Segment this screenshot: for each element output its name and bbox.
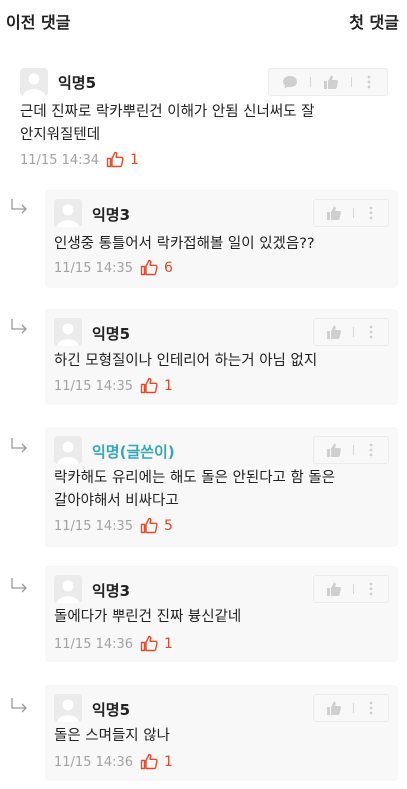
- reply-author: 익명5: [92, 325, 131, 343]
- reply-text: 돌은 스며들지 않나: [54, 728, 170, 744]
- reply-card: 익명(글쓴이) 락카해도 유리에는 해도 돌은 안된다고 함 돌은 갈아야해서 …: [45, 427, 398, 547]
- like-button[interactable]: [314, 576, 353, 602]
- reply-author: 익명3: [92, 582, 131, 600]
- thumbs-up-icon: [326, 443, 341, 457]
- comment-timestamp: 11/15 14:34: [20, 153, 100, 168]
- more-vertical-icon: [369, 701, 373, 715]
- like-count: 1: [140, 635, 173, 652]
- like-count-value: 6: [164, 259, 173, 276]
- thumbs-up-icon: [326, 701, 341, 715]
- reply-button[interactable]: [269, 69, 310, 95]
- heart-like-icon: [140, 517, 158, 534]
- more-options-button[interactable]: [354, 200, 388, 226]
- reply-actions: [313, 436, 389, 464]
- reply-arrow-icon: [10, 198, 30, 218]
- comment: 익명5 근데 진짜로 락카뿌린건 이해가 안됨 신너써도 잘 안지워질텐데 11…: [0, 60, 407, 180]
- comment-actions: [268, 68, 388, 96]
- reply-bubble-icon: [282, 76, 297, 89]
- like-button[interactable]: [314, 200, 353, 226]
- avatar-silhouette-icon: [54, 199, 82, 227]
- more-vertical-icon: [369, 582, 373, 596]
- avatar-silhouette-icon: [20, 68, 48, 96]
- like-count: 1: [106, 151, 139, 168]
- reply-arrow-icon: [10, 577, 30, 597]
- reply-actions: [313, 694, 389, 722]
- avatar-silhouette-icon: [54, 694, 82, 722]
- heart-like-icon: [140, 377, 158, 394]
- like-count: 5: [140, 517, 173, 534]
- more-vertical-icon: [367, 75, 371, 89]
- like-count-value: 1: [130, 151, 139, 168]
- reply-actions: [313, 318, 389, 346]
- comment-nav-bar: 이전 댓글 첫 댓글: [0, 0, 407, 44]
- reply-text: 돌에다가 뿌린건 진짜 븅신같네: [54, 609, 242, 625]
- like-button[interactable]: [314, 695, 353, 721]
- like-button[interactable]: [314, 437, 353, 463]
- more-options-button[interactable]: [354, 437, 388, 463]
- prev-comments-link[interactable]: 이전 댓글: [6, 9, 70, 33]
- reply-arrow-icon: [10, 697, 30, 717]
- heart-like-icon: [140, 635, 158, 652]
- thumbs-up-icon: [326, 325, 341, 339]
- like-count-value: 1: [164, 753, 173, 770]
- avatar: [54, 694, 82, 722]
- more-options-button[interactable]: [354, 319, 388, 345]
- reply-arrow-icon: [10, 318, 30, 338]
- avatar: [54, 199, 82, 227]
- reply-author: 익명5: [92, 701, 131, 719]
- reply-timestamp: 11/15 14:36: [54, 755, 134, 770]
- reply-card: 익명3 돌에다가 뿌린건 진짜 븅신같네 11/15 14:36 1: [45, 566, 398, 662]
- reply-author: 익명3: [92, 206, 131, 224]
- reply-timestamp: 11/15 14:35: [54, 519, 134, 534]
- like-count: 6: [140, 259, 173, 276]
- reply-arrow-icon: [10, 437, 30, 457]
- like-count-value: 1: [164, 377, 173, 394]
- like-button[interactable]: [311, 69, 350, 95]
- avatar: [20, 68, 48, 96]
- thumbs-up-icon: [326, 582, 341, 596]
- heart-like-icon: [106, 151, 124, 168]
- thumbs-up-icon: [326, 206, 341, 220]
- like-count-value: 1: [164, 635, 173, 652]
- reply-timestamp: 11/15 14:35: [54, 261, 134, 276]
- avatar-silhouette-icon: [54, 436, 82, 464]
- avatar: [54, 318, 82, 346]
- reply-actions: [313, 575, 389, 603]
- reply-card: 익명3 인생중 통틀어서 락카접해볼 일이 있겠음?? 11/15 14:35 …: [45, 190, 398, 288]
- reply-card: 익명5 돌은 스며들지 않나 11/15 14:36 1: [45, 685, 398, 781]
- comment-text: 근데 진짜로 락카뿌린건 이해가 안됨 신너써도 잘 안지워질텐데: [20, 104, 315, 143]
- like-button[interactable]: [314, 319, 353, 345]
- reply-text: 락카해도 유리에는 해도 돌은 안된다고 함 돌은 갈아야해서 비싸다고: [54, 470, 336, 509]
- avatar-silhouette-icon: [54, 575, 82, 603]
- avatar: [54, 436, 82, 464]
- reply-card: 익명5 하긴 모형질이나 인테리어 하는거 아님 없지 11/15 14:35 …: [45, 309, 398, 405]
- avatar: [54, 575, 82, 603]
- like-count: 1: [140, 377, 173, 394]
- heart-like-icon: [140, 753, 158, 770]
- reply-author-op: 익명(글쓴이): [92, 443, 175, 461]
- comment-author: 익명5: [58, 74, 97, 92]
- more-options-button[interactable]: [354, 576, 388, 602]
- more-vertical-icon: [369, 443, 373, 457]
- first-comment-link[interactable]: 첫 댓글: [349, 9, 399, 33]
- reply-timestamp: 11/15 14:35: [54, 379, 134, 394]
- more-options-button[interactable]: [352, 69, 387, 95]
- more-vertical-icon: [369, 206, 373, 220]
- like-count-value: 5: [164, 517, 173, 534]
- more-vertical-icon: [369, 325, 373, 339]
- reply-text: 인생중 통틀어서 락카접해볼 일이 있겠음??: [54, 236, 315, 252]
- avatar-silhouette-icon: [54, 318, 82, 346]
- more-options-button[interactable]: [354, 695, 388, 721]
- reply-actions: [313, 199, 389, 227]
- thumbs-up-icon: [323, 75, 338, 89]
- like-count: 1: [140, 753, 173, 770]
- reply-timestamp: 11/15 14:36: [54, 637, 134, 652]
- heart-like-icon: [140, 259, 158, 276]
- reply-text: 하긴 모형질이나 인테리어 하는거 아님 없지: [54, 353, 318, 369]
